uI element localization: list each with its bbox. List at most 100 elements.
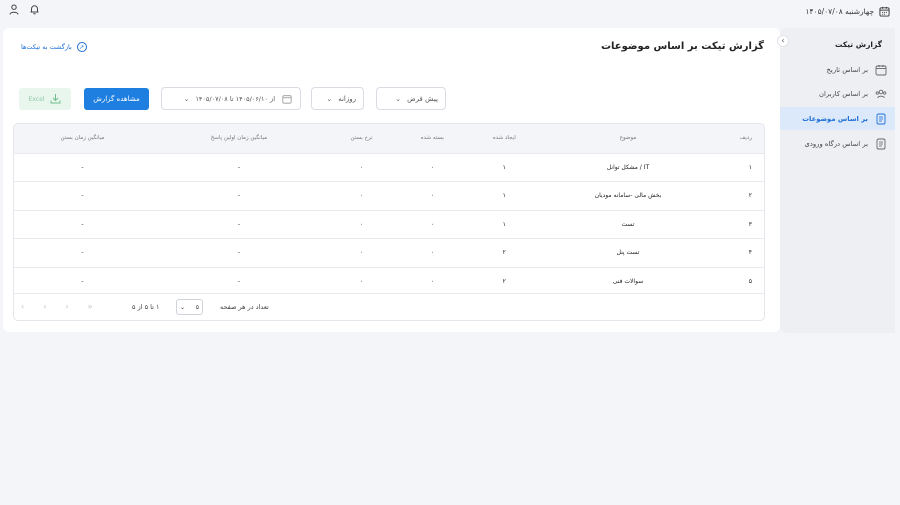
table-cell: ۰ (430, 163, 434, 171)
view-report-button[interactable]: مشاهده گزارش (84, 88, 149, 110)
excel-label: Excel (28, 95, 45, 103)
report-table: ردیف موضوع ایجاد شده بسته شده نرخ بستن م… (13, 123, 765, 321)
per-page-value: ۵ (195, 303, 199, 311)
chevron-down-icon: ⌄ (395, 94, 402, 103)
table-row: ۱ IT / مشکل توانل ۱ ۰ ۰ - - (14, 153, 764, 182)
column-header[interactable]: بسته شده (396, 124, 468, 153)
table-cell: - (81, 192, 84, 200)
back-link-label: بازگشت به تیکت‌ها (21, 43, 72, 51)
export-excel-button[interactable]: Excel (19, 88, 71, 110)
first-page-icon[interactable]: » (88, 302, 93, 311)
sidebar-title: گزارش تیکت (834, 40, 882, 49)
calendar-icon (878, 5, 890, 17)
column-header[interactable]: میانگین زمان اولین پاسخ (151, 124, 327, 153)
table-cell: IT / مشکل توانل (606, 163, 650, 171)
table-cell: - (237, 249, 240, 257)
table-cell: ۲ (748, 192, 752, 200)
pagination-bar: ‹ ‹ › » ۱ تا ۵ از ۵ ⌄ ۵ تعداد در هر صفحه (14, 293, 764, 320)
column-header[interactable]: میانگین زمان بستن (14, 124, 151, 153)
table-row: ۲ بخش مالی -سامانه مودیان ۱ ۰ ۰ - - (14, 181, 764, 211)
sidebar-item-label: بر اساس موضوعات (802, 114, 868, 123)
column-header[interactable]: ردیف (716, 124, 764, 153)
sidebar-item-label: بر اساس تاریخ (826, 65, 868, 74)
table-cell: ۳ (748, 220, 752, 228)
chevron-down-icon: ⌄ (326, 94, 333, 103)
chevron-left-icon: ‹ (781, 36, 785, 45)
table-cell: - (237, 220, 240, 228)
pagination-arrows: ‹ ‹ › » (21, 302, 93, 311)
user-icon[interactable] (9, 4, 19, 17)
prev-page-icon[interactable]: › (65, 302, 68, 311)
table-cell: - (237, 192, 240, 200)
chevron-down-icon: ⌄ (180, 303, 186, 311)
last-page-icon[interactable]: ‹ (21, 302, 24, 311)
table-cell: ۴ (748, 249, 752, 257)
period-value: روزانه (338, 94, 356, 103)
sidebar: گزارش تیکت بر اساس تاریخ بر اساس کاربران… (780, 28, 895, 333)
table-cell: ۰ (430, 192, 434, 200)
preset-select[interactable]: پیش فرض ⌄ (376, 87, 446, 110)
download-icon (50, 93, 61, 106)
table-cell: - (81, 220, 84, 228)
sidebar-item-by-date[interactable]: بر اساس تاریخ (780, 58, 895, 81)
bell-icon[interactable] (29, 4, 40, 17)
sidebar-item-by-topics[interactable]: بر اساس موضوعات (780, 107, 895, 130)
main-card: گزارش تیکت بر اساس موضوعات بازگشت به تیک… (3, 28, 780, 332)
sidebar-item-by-channel[interactable]: بر اساس درگاه ورودی (780, 132, 895, 155)
column-header[interactable]: موضوع (540, 124, 716, 153)
chevron-down-icon: ⌄ (183, 94, 190, 103)
table-cell: - (81, 163, 84, 171)
document-icon (875, 138, 887, 150)
date-range-picker[interactable]: از ۱۴۰۵/۰۶/۱۰ تا ۱۴۰۵/۰۷/۰۸ ⌄ (161, 87, 301, 110)
table-cell: ۰ (359, 163, 364, 171)
calendar-icon (281, 93, 293, 105)
column-header[interactable]: ایجاد شده (469, 124, 540, 153)
table-cell: سوالات فنی (612, 278, 644, 285)
table-cell: ۰ (359, 249, 364, 257)
per-page-label: تعداد در هر صفحه (220, 303, 269, 311)
users-icon (875, 88, 887, 100)
table-cell: تست (621, 220, 635, 228)
sidebar-item-by-users[interactable]: بر اساس کاربران (780, 82, 895, 105)
page-title: گزارش تیکت بر اساس موضوعات (600, 41, 764, 52)
document-icon (875, 113, 887, 125)
table-cell: ۱ (502, 220, 506, 228)
table-header-row: ردیف موضوع ایجاد شده بسته شده نرخ بستن م… (14, 124, 764, 153)
table-cell: ۲ (502, 278, 506, 285)
column-header[interactable]: نرخ بستن (327, 124, 396, 153)
sidebar-item-label: بر اساس درگاه ورودی (804, 139, 868, 148)
sidebar-item-label: بر اساس کاربران (818, 89, 868, 98)
arrow-icon: ↗ (76, 42, 87, 52)
calendar-icon (875, 64, 887, 76)
current-date: چهارشنبه ۱۴۰۵/۰۷/۰۸ (806, 5, 891, 17)
next-page-icon[interactable]: ‹ (43, 302, 46, 311)
table-cell: - (237, 278, 240, 285)
per-page-select[interactable]: ⌄ ۵ (176, 299, 203, 315)
table-row: ۴ تست پنل ۲ ۰ ۰ - - (14, 238, 764, 268)
top-bar: چهارشنبه ۱۴۰۵/۰۷/۰۸ (0, 0, 900, 24)
table-cell: ۰ (359, 192, 364, 200)
table-cell: - (81, 278, 84, 285)
table-cell: ۵ (748, 278, 752, 285)
table-cell: ۱ (502, 192, 506, 200)
table-cell: ۲ (502, 249, 506, 257)
sidebar-collapse-button[interactable]: ‹ (777, 35, 789, 47)
table-row: ۵ سوالات فنی ۲ ۰ ۰ - - (14, 267, 764, 296)
table-cell: ۰ (430, 249, 434, 257)
date-range-value: از ۱۴۰۵/۰۶/۱۰ تا ۱۴۰۵/۰۷/۰۸ (195, 94, 275, 103)
table-cell: ۰ (430, 220, 434, 228)
table-cell: ۱ (748, 163, 752, 171)
table-cell: تست پنل (616, 249, 640, 257)
preset-value: پیش فرض (407, 94, 438, 103)
table-cell: - (237, 163, 240, 171)
table-cell: ۱ (502, 163, 506, 171)
back-to-tickets-link[interactable]: بازگشت به تیکت‌ها ↗ (21, 42, 87, 52)
pagination-range: ۱ تا ۵ از ۵ (132, 303, 160, 311)
date-text: چهارشنبه ۱۴۰۵/۰۷/۰۸ (805, 6, 875, 16)
table-cell: ۰ (359, 278, 364, 285)
table-cell: - (81, 249, 84, 257)
table-cell: بخش مالی -سامانه مودیان (594, 192, 662, 200)
table-cell: ۰ (359, 220, 364, 228)
table-cell: ۰ (430, 278, 434, 285)
period-select[interactable]: روزانه ⌄ (311, 87, 364, 110)
